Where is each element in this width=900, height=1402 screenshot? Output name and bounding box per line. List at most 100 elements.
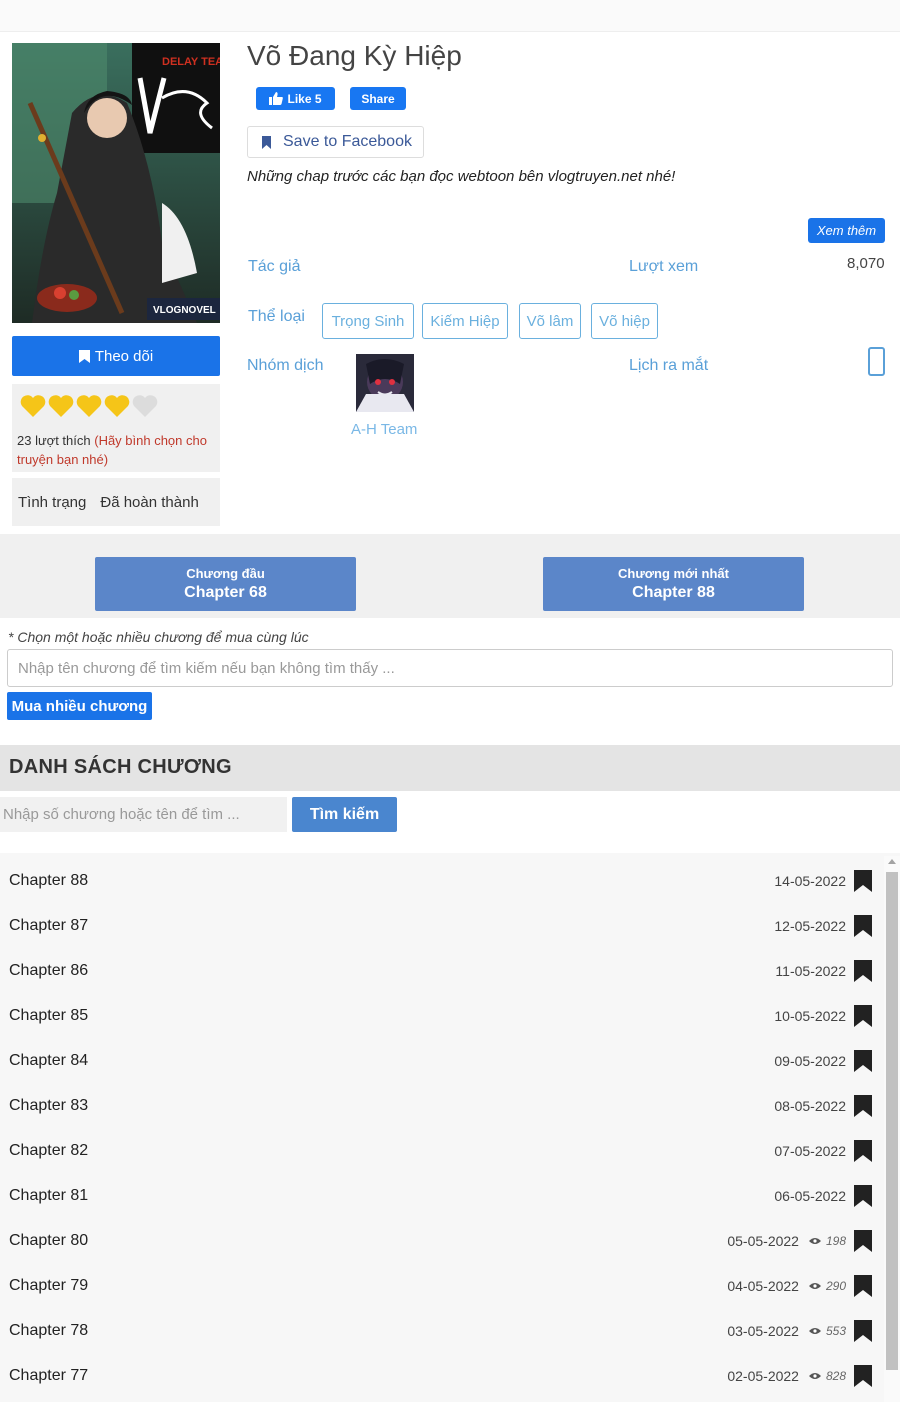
team-name[interactable]: A-H Team xyxy=(351,421,417,438)
views-value: 8,070 xyxy=(847,255,885,272)
bookmark-icon[interactable] xyxy=(854,1004,872,1027)
bookmark-icon[interactable] xyxy=(854,1274,872,1297)
bookmark-icon[interactable] xyxy=(854,1139,872,1162)
chapter-name[interactable]: Chapter 88 xyxy=(9,858,88,903)
team-avatar[interactable] xyxy=(356,354,414,412)
show-more-button[interactable]: Xem thêm xyxy=(808,218,885,243)
chapter-row[interactable]: Chapter 78 03-05-2022 553 xyxy=(0,1308,884,1353)
bookmark-icon[interactable] xyxy=(854,1229,872,1252)
bookmark-icon[interactable] xyxy=(854,1049,872,1072)
facebook-share-button[interactable]: Share xyxy=(350,87,406,110)
scroll-up-arrow-icon[interactable] xyxy=(888,859,896,864)
first-chapter-button[interactable]: Chương đầu Chapter 68 xyxy=(95,557,356,611)
follow-button[interactable]: Theo dõi xyxy=(12,336,220,376)
latest-chapter-caption: Chương mới nhất xyxy=(618,566,729,581)
chapter-view-count: 553 xyxy=(825,1323,846,1338)
status-box: Tình trạng Đã hoàn thành xyxy=(12,478,220,526)
buy-chapter-search-input[interactable] xyxy=(7,649,893,687)
heart-icon[interactable] xyxy=(76,394,102,418)
chapter-list: Chapter 88 14-05-2022 Chapter 87 12-05-2… xyxy=(0,853,900,1402)
manga-title: Võ Đang Kỳ Hiệp xyxy=(247,40,462,71)
buy-multiple-button[interactable]: Mua nhiều chương xyxy=(7,692,152,720)
chapter-row[interactable]: Chapter 86 11-05-2022 xyxy=(0,948,884,993)
manga-description: Những chap trước các bạn đọc webtoon bên… xyxy=(247,168,676,185)
chapter-name[interactable]: Chapter 81 xyxy=(9,1173,88,1218)
rating-box: 23 lượt thích (Hãy bình chọn cho truyện … xyxy=(12,384,220,472)
chapter-row[interactable]: Chapter 82 07-05-2022 xyxy=(0,1128,884,1173)
chapter-row[interactable]: Chapter 80 05-05-2022 198 xyxy=(0,1218,884,1263)
eye-icon xyxy=(808,1237,821,1244)
scrollbar-thumb[interactable] xyxy=(886,872,898,1370)
chapter-row[interactable]: Chapter 88 14-05-2022 xyxy=(0,858,884,903)
bookmark-icon xyxy=(262,135,271,149)
team-label: Nhóm dịch xyxy=(247,357,324,374)
likes-count: 23 lượt thích xyxy=(17,433,91,448)
chapter-views: 828 xyxy=(808,1368,846,1383)
chapter-name[interactable]: Chapter 86 xyxy=(9,948,88,993)
chapter-search-button[interactable]: Tìm kiếm xyxy=(292,797,397,832)
chapter-name[interactable]: Chapter 87 xyxy=(9,903,88,948)
chapter-row[interactable]: Chapter 77 02-05-2022 828 xyxy=(0,1353,884,1398)
bookmark-icon[interactable] xyxy=(854,1094,872,1117)
heart-icon[interactable] xyxy=(48,394,74,418)
chapter-list-header: DANH SÁCH CHƯƠNG xyxy=(0,745,900,791)
facebook-like-button[interactable]: Like 5 xyxy=(256,87,335,110)
bookmark-icon[interactable] xyxy=(854,1364,872,1387)
chapter-row[interactable]: Chapter 81 06-05-2022 xyxy=(0,1173,884,1218)
chapter-date: 09-05-2022 xyxy=(774,1052,846,1069)
chapter-row[interactable]: Chapter 85 10-05-2022 xyxy=(0,993,884,1038)
genre-tag[interactable]: Võ hiệp xyxy=(591,303,658,339)
follow-label: Theo dõi xyxy=(94,347,154,365)
chapter-date: 06-05-2022 xyxy=(774,1187,846,1204)
chapter-date: 03-05-2022 xyxy=(727,1322,799,1339)
cover-logo-text: VLOGNOVEL xyxy=(153,305,216,316)
chapter-date: 07-05-2022 xyxy=(774,1142,846,1159)
chapter-date: 10-05-2022 xyxy=(774,1007,846,1024)
chapter-name[interactable]: Chapter 77 xyxy=(9,1353,88,1398)
chapter-name[interactable]: Chapter 83 xyxy=(9,1083,88,1128)
rating-hearts[interactable] xyxy=(20,394,158,418)
chapter-row[interactable]: Chapter 84 09-05-2022 xyxy=(0,1038,884,1083)
genre-tag[interactable]: Kiếm Hiệp xyxy=(422,303,508,339)
chapter-views: 290 xyxy=(808,1279,846,1293)
bookmark-icon[interactable] xyxy=(854,869,872,892)
genre-label: Thể loại xyxy=(248,308,305,325)
eye-icon xyxy=(808,1372,821,1379)
chapter-row[interactable]: Chapter 87 12-05-2022 xyxy=(0,903,884,948)
likes-text: 23 lượt thích (Hãy bình chọn cho truyện … xyxy=(17,431,217,469)
heart-empty-icon[interactable] xyxy=(132,394,158,418)
bookmark-icon xyxy=(78,349,90,363)
genre-tag[interactable]: Võ lâm xyxy=(519,303,581,339)
views-label: Lượt xem xyxy=(629,258,699,275)
chapter-date: 14-05-2022 xyxy=(774,872,846,889)
chapter-date: 02-05-2022 xyxy=(727,1367,799,1384)
bookmark-icon[interactable] xyxy=(854,1184,872,1207)
eye-icon xyxy=(808,1327,821,1334)
chapter-name[interactable]: Chapter 84 xyxy=(9,1038,88,1083)
genre-tag[interactable]: Trọng Sinh xyxy=(322,303,414,339)
save-label: Save to Facebook xyxy=(283,133,412,150)
heart-icon[interactable] xyxy=(104,394,130,418)
chapter-view-count: 828 xyxy=(825,1368,846,1383)
bookmark-icon[interactable] xyxy=(854,959,872,982)
bookmark-icon[interactable] xyxy=(854,914,872,937)
chapter-row[interactable]: Chapter 79 04-05-2022 290 xyxy=(0,1263,884,1308)
chapter-name[interactable]: Chapter 79 xyxy=(9,1263,88,1308)
chapter-search-input[interactable] xyxy=(0,797,287,832)
phone-icon xyxy=(868,347,885,376)
first-chapter-number: Chapter 68 xyxy=(184,584,267,601)
chapter-name[interactable]: Chapter 85 xyxy=(9,993,88,1038)
chapter-name[interactable]: Chapter 78 xyxy=(9,1308,88,1353)
bookmark-icon[interactable] xyxy=(854,1319,872,1342)
chapter-row[interactable]: Chapter 83 08-05-2022 xyxy=(0,1083,884,1128)
save-to-facebook-button[interactable]: Save to Facebook xyxy=(247,126,424,158)
chapter-name[interactable]: Chapter 82 xyxy=(9,1128,88,1173)
cover-team-text: DELAY TEAM xyxy=(162,56,220,68)
heart-icon[interactable] xyxy=(20,394,46,418)
thumbs-up-icon xyxy=(269,92,284,105)
top-navigation-bar xyxy=(0,0,900,32)
latest-chapter-button[interactable]: Chương mới nhất Chapter 88 xyxy=(543,557,804,611)
author-label: Tác giả xyxy=(248,258,301,275)
chapter-name[interactable]: Chapter 80 xyxy=(9,1218,88,1263)
manga-cover-image[interactable]: DELAY TEAM VLOGNOVEL xyxy=(12,43,220,323)
